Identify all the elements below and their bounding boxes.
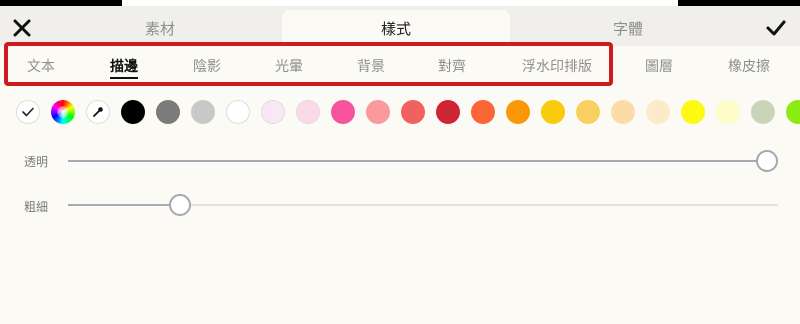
opacity-slider-thumb[interactable]	[756, 150, 778, 172]
sub-tab-text[interactable]: 文本	[14, 46, 68, 86]
color-swatch[interactable]	[191, 100, 215, 124]
sub-tab-layers[interactable]: 圖層	[632, 46, 686, 86]
tab-materials[interactable]: 素材	[40, 10, 280, 46]
checkmark-icon	[22, 107, 34, 117]
color-swatch[interactable]	[646, 100, 670, 124]
thickness-track	[179, 204, 778, 206]
sub-tab-background[interactable]: 背景	[344, 46, 398, 86]
sub-tab-watermark-layout[interactable]: 浮水印排版	[510, 46, 604, 86]
color-swatch[interactable]	[471, 100, 495, 124]
editor-header: 素材 樣式 字體	[0, 6, 800, 46]
eyedropper-button[interactable]	[86, 100, 110, 124]
checkmark-icon	[766, 20, 786, 36]
color-swatch[interactable]	[121, 100, 145, 124]
thickness-track-filled	[68, 204, 180, 206]
thickness-slider-thumb[interactable]	[168, 194, 191, 216]
tab-font[interactable]: 字體	[512, 10, 744, 46]
color-palette	[0, 94, 800, 132]
thickness-label: 粗細	[24, 200, 49, 214]
no-color-button[interactable]	[16, 100, 40, 124]
color-swatch[interactable]	[226, 100, 250, 124]
sub-tab-eraser[interactable]: 橡皮擦	[718, 46, 780, 86]
sub-tab-stroke[interactable]: 描邊	[97, 46, 151, 86]
opacity-label: 透明	[24, 155, 49, 169]
color-swatch[interactable]	[331, 100, 355, 124]
color-swatch[interactable]	[751, 100, 775, 124]
eyedropper-icon	[93, 107, 103, 117]
tab-style[interactable]: 樣式	[282, 10, 510, 46]
color-swatch[interactable]	[611, 100, 635, 124]
close-button[interactable]	[6, 12, 38, 44]
style-sub-tabs: 文本 描邊 陰影 光暈 背景 對齊 浮水印排版 圖層 橡皮擦	[0, 46, 800, 88]
color-swatch[interactable]	[786, 100, 800, 124]
color-swatch[interactable]	[366, 100, 390, 124]
confirm-button[interactable]	[760, 12, 792, 44]
active-tab-indicator	[110, 77, 138, 79]
close-icon	[13, 19, 31, 37]
color-swatch[interactable]	[681, 100, 705, 124]
color-swatch[interactable]	[506, 100, 530, 124]
color-swatch[interactable]	[261, 100, 285, 124]
sub-tab-glow[interactable]: 光暈	[262, 46, 316, 86]
color-swatch[interactable]	[401, 100, 425, 124]
sub-tab-shadow[interactable]: 陰影	[180, 46, 234, 86]
color-swatch[interactable]	[576, 100, 600, 124]
sub-tab-align[interactable]: 對齊	[425, 46, 479, 86]
opacity-track-filled	[68, 160, 767, 162]
color-swatch[interactable]	[716, 100, 740, 124]
color-wheel-icon[interactable]	[51, 100, 75, 124]
color-swatch[interactable]	[436, 100, 460, 124]
color-swatch[interactable]	[156, 100, 180, 124]
color-swatch[interactable]	[541, 100, 565, 124]
color-swatch[interactable]	[296, 100, 320, 124]
